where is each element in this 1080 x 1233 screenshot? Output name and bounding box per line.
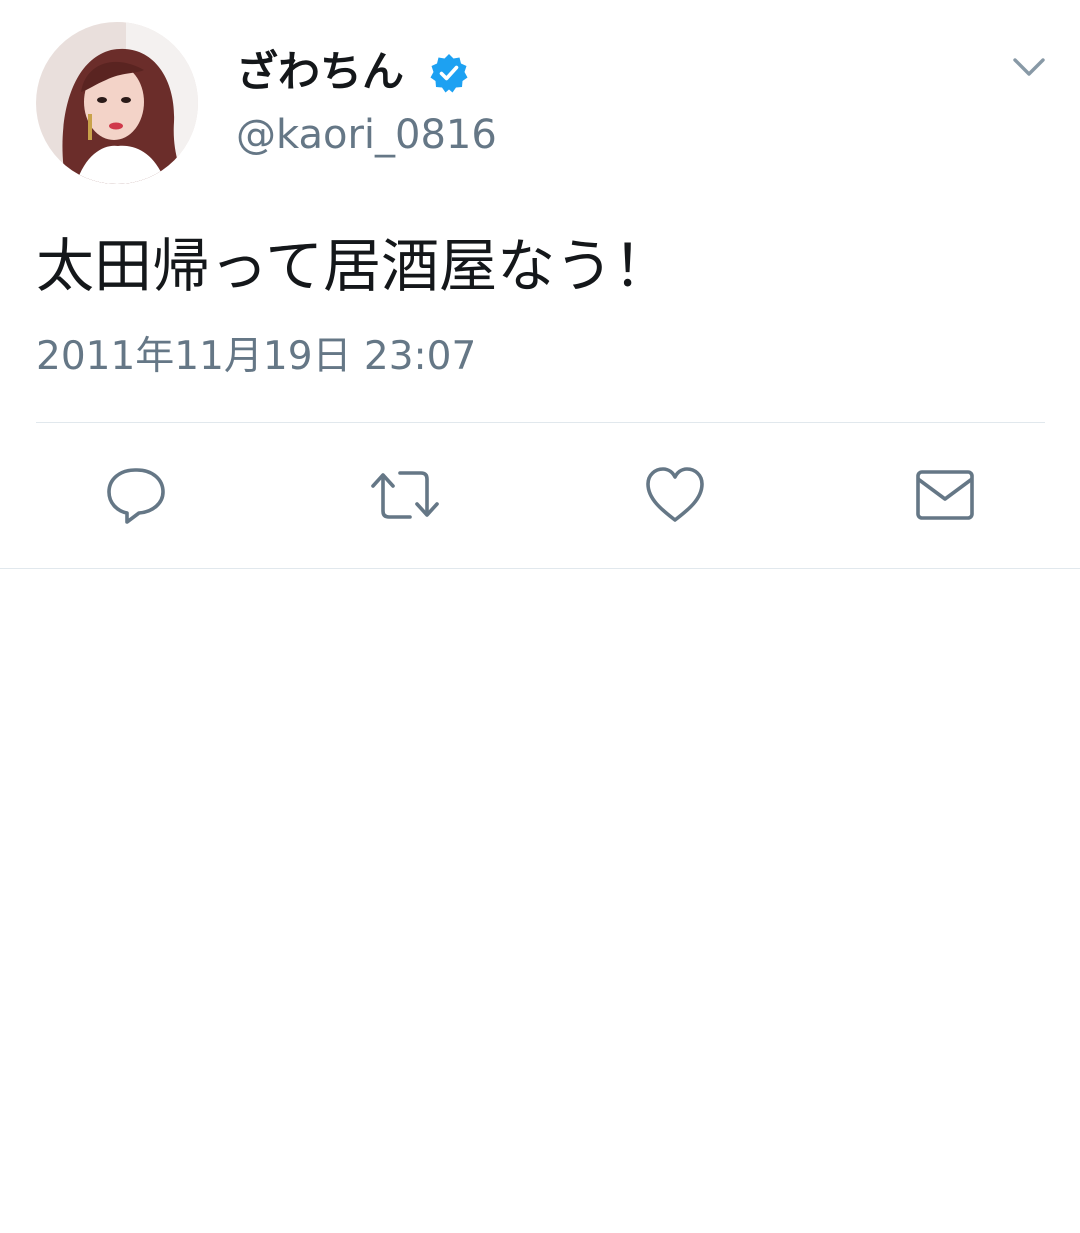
tweet-text: 太田帰って居酒屋なう！	[36, 232, 672, 300]
reply-button[interactable]	[102, 462, 172, 528]
tweet-card: ざわちん @kaori_0816 太田帰って居酒屋なう！ 2011年11月19日…	[0, 0, 1080, 569]
divider	[36, 422, 1045, 423]
display-name[interactable]: ざわちん	[236, 46, 404, 98]
chevron-down-icon[interactable]	[1010, 52, 1048, 82]
direct-message-button[interactable]	[910, 462, 980, 528]
timestamp[interactable]: 2011年11月19日 23:07	[36, 332, 476, 382]
mail-icon	[916, 470, 974, 520]
user-handle[interactable]: @kaori_0816	[236, 110, 497, 160]
avatar-image	[36, 22, 198, 184]
reply-icon	[107, 468, 165, 524]
retweet-icon	[371, 471, 439, 519]
like-button[interactable]	[640, 462, 710, 528]
avatar[interactable]	[36, 22, 198, 184]
verified-badge-icon	[428, 52, 470, 94]
retweet-button[interactable]	[370, 462, 440, 528]
heart-icon	[646, 467, 704, 522]
